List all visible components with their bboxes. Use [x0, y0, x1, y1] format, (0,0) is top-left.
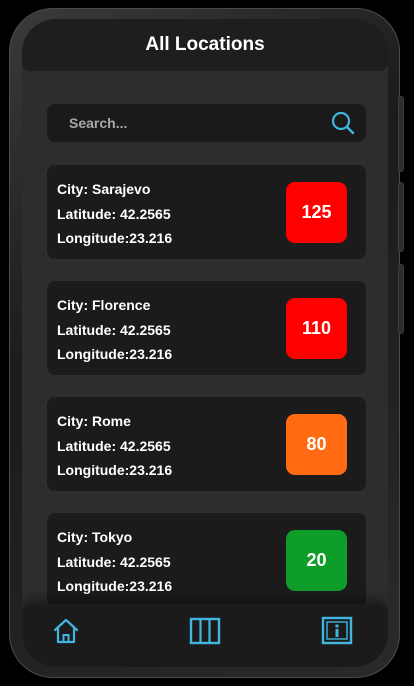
info-icon: [321, 616, 353, 651]
nav-info-button[interactable]: [319, 616, 355, 650]
bottom-nav: [22, 604, 388, 667]
home-icon: [51, 616, 81, 651]
value-badge: 110: [286, 298, 347, 359]
value-badge: 80: [286, 414, 347, 475]
location-card[interactable]: City: Florence Latitude: 42.2565 Longitu…: [47, 281, 366, 375]
map-icon: [189, 616, 221, 651]
app-header: All Locations: [22, 19, 388, 71]
search-icon[interactable]: [330, 110, 356, 136]
value-badge: 20: [286, 530, 347, 591]
volume-up-button: [399, 97, 403, 171]
phone-screen: All Locations City: Sarajevo Latitude: 4…: [22, 19, 388, 667]
value-badge: 125: [286, 182, 347, 243]
volume-down-button: [399, 183, 403, 251]
location-card[interactable]: City: Sarajevo Latitude: 42.2565 Longitu…: [47, 165, 366, 259]
locations-list: City: Sarajevo Latitude: 42.2565 Longitu…: [47, 165, 366, 629]
page: All Locations City: Sarajevo Latitude: 4…: [0, 0, 414, 686]
location-card[interactable]: City: Rome Latitude: 42.2565 Longitude:2…: [47, 397, 366, 491]
power-button: [399, 265, 403, 333]
nav-map-button[interactable]: [187, 616, 223, 650]
location-card[interactable]: City: Tokyo Latitude: 42.2565 Longitude:…: [47, 513, 366, 607]
nav-home-button[interactable]: [48, 616, 84, 650]
page-title: All Locations: [145, 34, 265, 55]
search-input[interactable]: [67, 114, 330, 132]
search-bar: [47, 104, 366, 142]
